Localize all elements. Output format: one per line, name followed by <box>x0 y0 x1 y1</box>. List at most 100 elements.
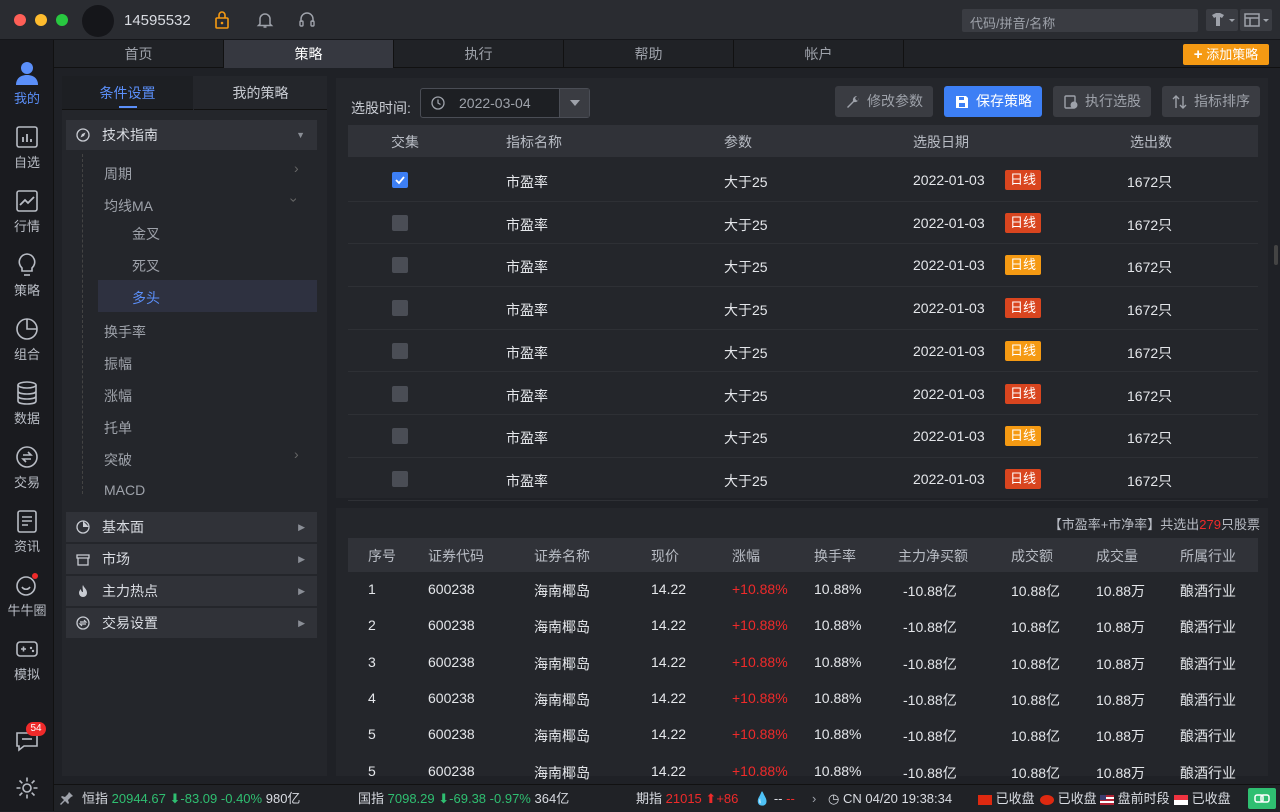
tree-item-bid[interactable]: 托单 <box>104 418 132 438</box>
date-dropdown-button[interactable] <box>559 89 589 117</box>
header-indicator-name[interactable]: 指标名称 <box>506 132 562 152</box>
intersect-checkbox[interactable] <box>392 214 408 231</box>
period-tag[interactable]: 日线 <box>1005 383 1042 404</box>
criteria-row[interactable]: 市盈率 大于25 2022-01-03 日线 1672只 <box>348 373 1258 416</box>
tab-account[interactable]: 帐户 <box>734 40 904 68</box>
nav-item-portfolio[interactable]: 组合 <box>0 304 54 368</box>
intersect-checkbox[interactable] <box>392 300 408 317</box>
header-intersect[interactable]: 交集 <box>391 132 419 152</box>
market-us[interactable]: 盘前时段 <box>1100 785 1170 812</box>
nav-item-news[interactable]: 资讯 <box>0 496 54 560</box>
nav-item-data[interactable]: 数据 <box>0 368 54 432</box>
link-button[interactable] <box>1248 788 1276 809</box>
lock-icon[interactable] <box>212 10 232 30</box>
pin-icon[interactable] <box>60 791 74 805</box>
sort-indicators-button[interactable]: 指标排序 <box>1162 86 1260 117</box>
intersect-checkbox[interactable] <box>392 470 408 487</box>
period-tag[interactable]: 日线 <box>1005 426 1042 447</box>
header-select-count[interactable]: 选出数 <box>1130 132 1172 152</box>
tree-item-bullish[interactable]: 多头 <box>132 288 160 308</box>
chevron-right-icon[interactable]: › <box>812 785 816 812</box>
criteria-row[interactable]: 市盈率 大于25 2022-01-03 日线 1672只 <box>348 202 1258 245</box>
maximize-window-button[interactable] <box>56 14 68 26</box>
search-input[interactable]: 代码/拼音/名称 <box>962 9 1198 32</box>
header-params[interactable]: 参数 <box>724 132 752 152</box>
period-tag[interactable]: 日线 <box>1005 340 1042 361</box>
header-select-date[interactable]: 选股日期 <box>913 132 969 152</box>
messages-button[interactable]: 54 <box>14 722 46 756</box>
result-row[interactable]: 5 600238 海南椰岛 14.22 +10.88% 10.88% -10.88亿 10.8… <box>348 717 1258 753</box>
header-amount[interactable]: 成交额 <box>1011 546 1053 566</box>
criteria-row[interactable]: 市盈率 大于25 2022-01-03 日线 1672只 <box>348 458 1258 501</box>
tab-my-strategies[interactable]: 我的策略 <box>194 76 327 110</box>
period-tag[interactable]: 日线 <box>1005 212 1042 233</box>
tree-item-amplitude[interactable]: 振幅 <box>104 354 132 374</box>
section-fundamentals[interactable]: 基本面 ▶ <box>66 512 317 542</box>
date-picker[interactable]: 2022-03-04 <box>420 88 590 118</box>
result-row[interactable]: 4 600238 海南椰岛 14.22 +10.88% 10.88% -10.88亿 10.8… <box>348 681 1258 717</box>
period-tag[interactable]: 日线 <box>1005 255 1042 276</box>
header-code[interactable]: 证券代码 <box>428 546 484 566</box>
nav-item-quotes[interactable]: 行情 <box>0 176 54 240</box>
tab-help[interactable]: 帮助 <box>564 40 734 68</box>
section-technical[interactable]: 技术指南 ▼ <box>66 120 317 150</box>
headset-icon[interactable] <box>297 10 317 30</box>
nav-item-watchlist[interactable]: 自选 <box>0 112 54 176</box>
settings-button[interactable] <box>15 776 39 800</box>
period-tag[interactable]: 日线 <box>1005 298 1042 319</box>
minimize-window-button[interactable] <box>35 14 47 26</box>
tree-item-macd[interactable]: MACD <box>104 482 145 498</box>
tree-item-period[interactable]: 周期 <box>104 164 132 184</box>
scrollbar[interactable] <box>1274 245 1278 265</box>
theme-button[interactable] <box>1206 9 1238 31</box>
ticker-futures[interactable]: 期指 21015 ⬆+86 <box>636 785 738 812</box>
tab-home[interactable]: 首页 <box>54 40 224 68</box>
bell-icon[interactable] <box>255 10 275 30</box>
intersect-checkbox[interactable] <box>392 385 408 402</box>
header-industry[interactable]: 所属行业 <box>1180 546 1236 566</box>
tree-item-gain[interactable]: 涨幅 <box>104 386 132 406</box>
run-screening-button[interactable]: 执行选股 <box>1053 86 1151 117</box>
tree-item-ma[interactable]: 均线MA <box>104 196 153 216</box>
header-price[interactable]: 现价 <box>651 546 679 566</box>
section-market[interactable]: 市场 ▶ <box>66 544 317 574</box>
nav-item-community[interactable]: 牛牛圈 <box>0 560 54 624</box>
header-turnover[interactable]: 换手率 <box>814 546 856 566</box>
header-net-buy[interactable]: 主力净买额 <box>898 546 968 566</box>
tree-item-turnover[interactable]: 换手率 <box>104 322 146 342</box>
nav-item-trade[interactable]: 交易 <box>0 432 54 496</box>
tab-execute[interactable]: 执行 <box>394 40 564 68</box>
criteria-row[interactable]: 市盈率 大于25 2022-01-03 日线 1672只 <box>348 330 1258 373</box>
result-row[interactable]: 2 600238 海南椰岛 14.22 +10.88% 10.88% -10.88亿 10.8… <box>348 608 1258 644</box>
criteria-row[interactable]: 市盈率 大于25 2022-01-03 日线 1672只 <box>348 415 1258 458</box>
result-row[interactable]: 1 600238 海南椰岛 14.22 +10.88% 10.88% -10.88亿 10.8… <box>348 572 1258 608</box>
save-strategy-button[interactable]: 保存策略 <box>944 86 1042 117</box>
avatar[interactable] <box>82 5 114 37</box>
header-name[interactable]: 证券名称 <box>534 546 590 566</box>
edit-params-button[interactable]: 修改参数 <box>835 86 933 117</box>
header-volume[interactable]: 成交量 <box>1096 546 1138 566</box>
header-index[interactable]: 序号 <box>368 546 396 566</box>
market-sg[interactable]: 已收盘 <box>1174 785 1231 812</box>
tree-item-breakout[interactable]: 突破 <box>104 450 132 470</box>
nav-item-strategy[interactable]: 策略 <box>0 240 54 304</box>
tab-strategy[interactable]: 策略 <box>224 40 394 68</box>
criteria-row[interactable]: 市盈率 大于25 2022-01-03 日线 1672只 <box>348 287 1258 330</box>
ticker-hscei[interactable]: 国指 7098.29 ⬇-69.38 -0.97% 364亿 <box>358 785 569 812</box>
tree-item-golden-cross[interactable]: 金叉 <box>132 224 160 244</box>
result-row[interactable]: 3 600238 海南椰岛 14.22 +10.88% 10.88% -10.88亿 10.8… <box>348 645 1258 681</box>
nav-item-simulation[interactable]: 模拟 <box>0 624 54 688</box>
tab-condition-settings[interactable]: 条件设置 <box>62 76 193 110</box>
intersect-checkbox[interactable] <box>392 428 408 445</box>
section-hot[interactable]: 主力热点 ▶ <box>66 576 317 606</box>
header-change[interactable]: 涨幅 <box>732 546 760 566</box>
water-status[interactable]: 💧 -- -- <box>754 785 795 812</box>
criteria-row[interactable]: 市盈率 大于25 2022-01-03 日线 1672只 <box>348 244 1258 288</box>
period-tag[interactable]: 日线 <box>1005 170 1042 190</box>
close-window-button[interactable] <box>14 14 26 26</box>
criteria-row[interactable]: 市盈率 大于25 2022-01-03 日线 1672只 <box>348 159 1258 202</box>
section-trade-settings[interactable]: 交易设置 ▶ <box>66 608 317 638</box>
period-tag[interactable]: 日线 <box>1005 468 1042 489</box>
add-strategy-button[interactable]: + 添加策略 <box>1183 44 1269 65</box>
nav-item-mine[interactable]: 我的 <box>0 48 54 112</box>
